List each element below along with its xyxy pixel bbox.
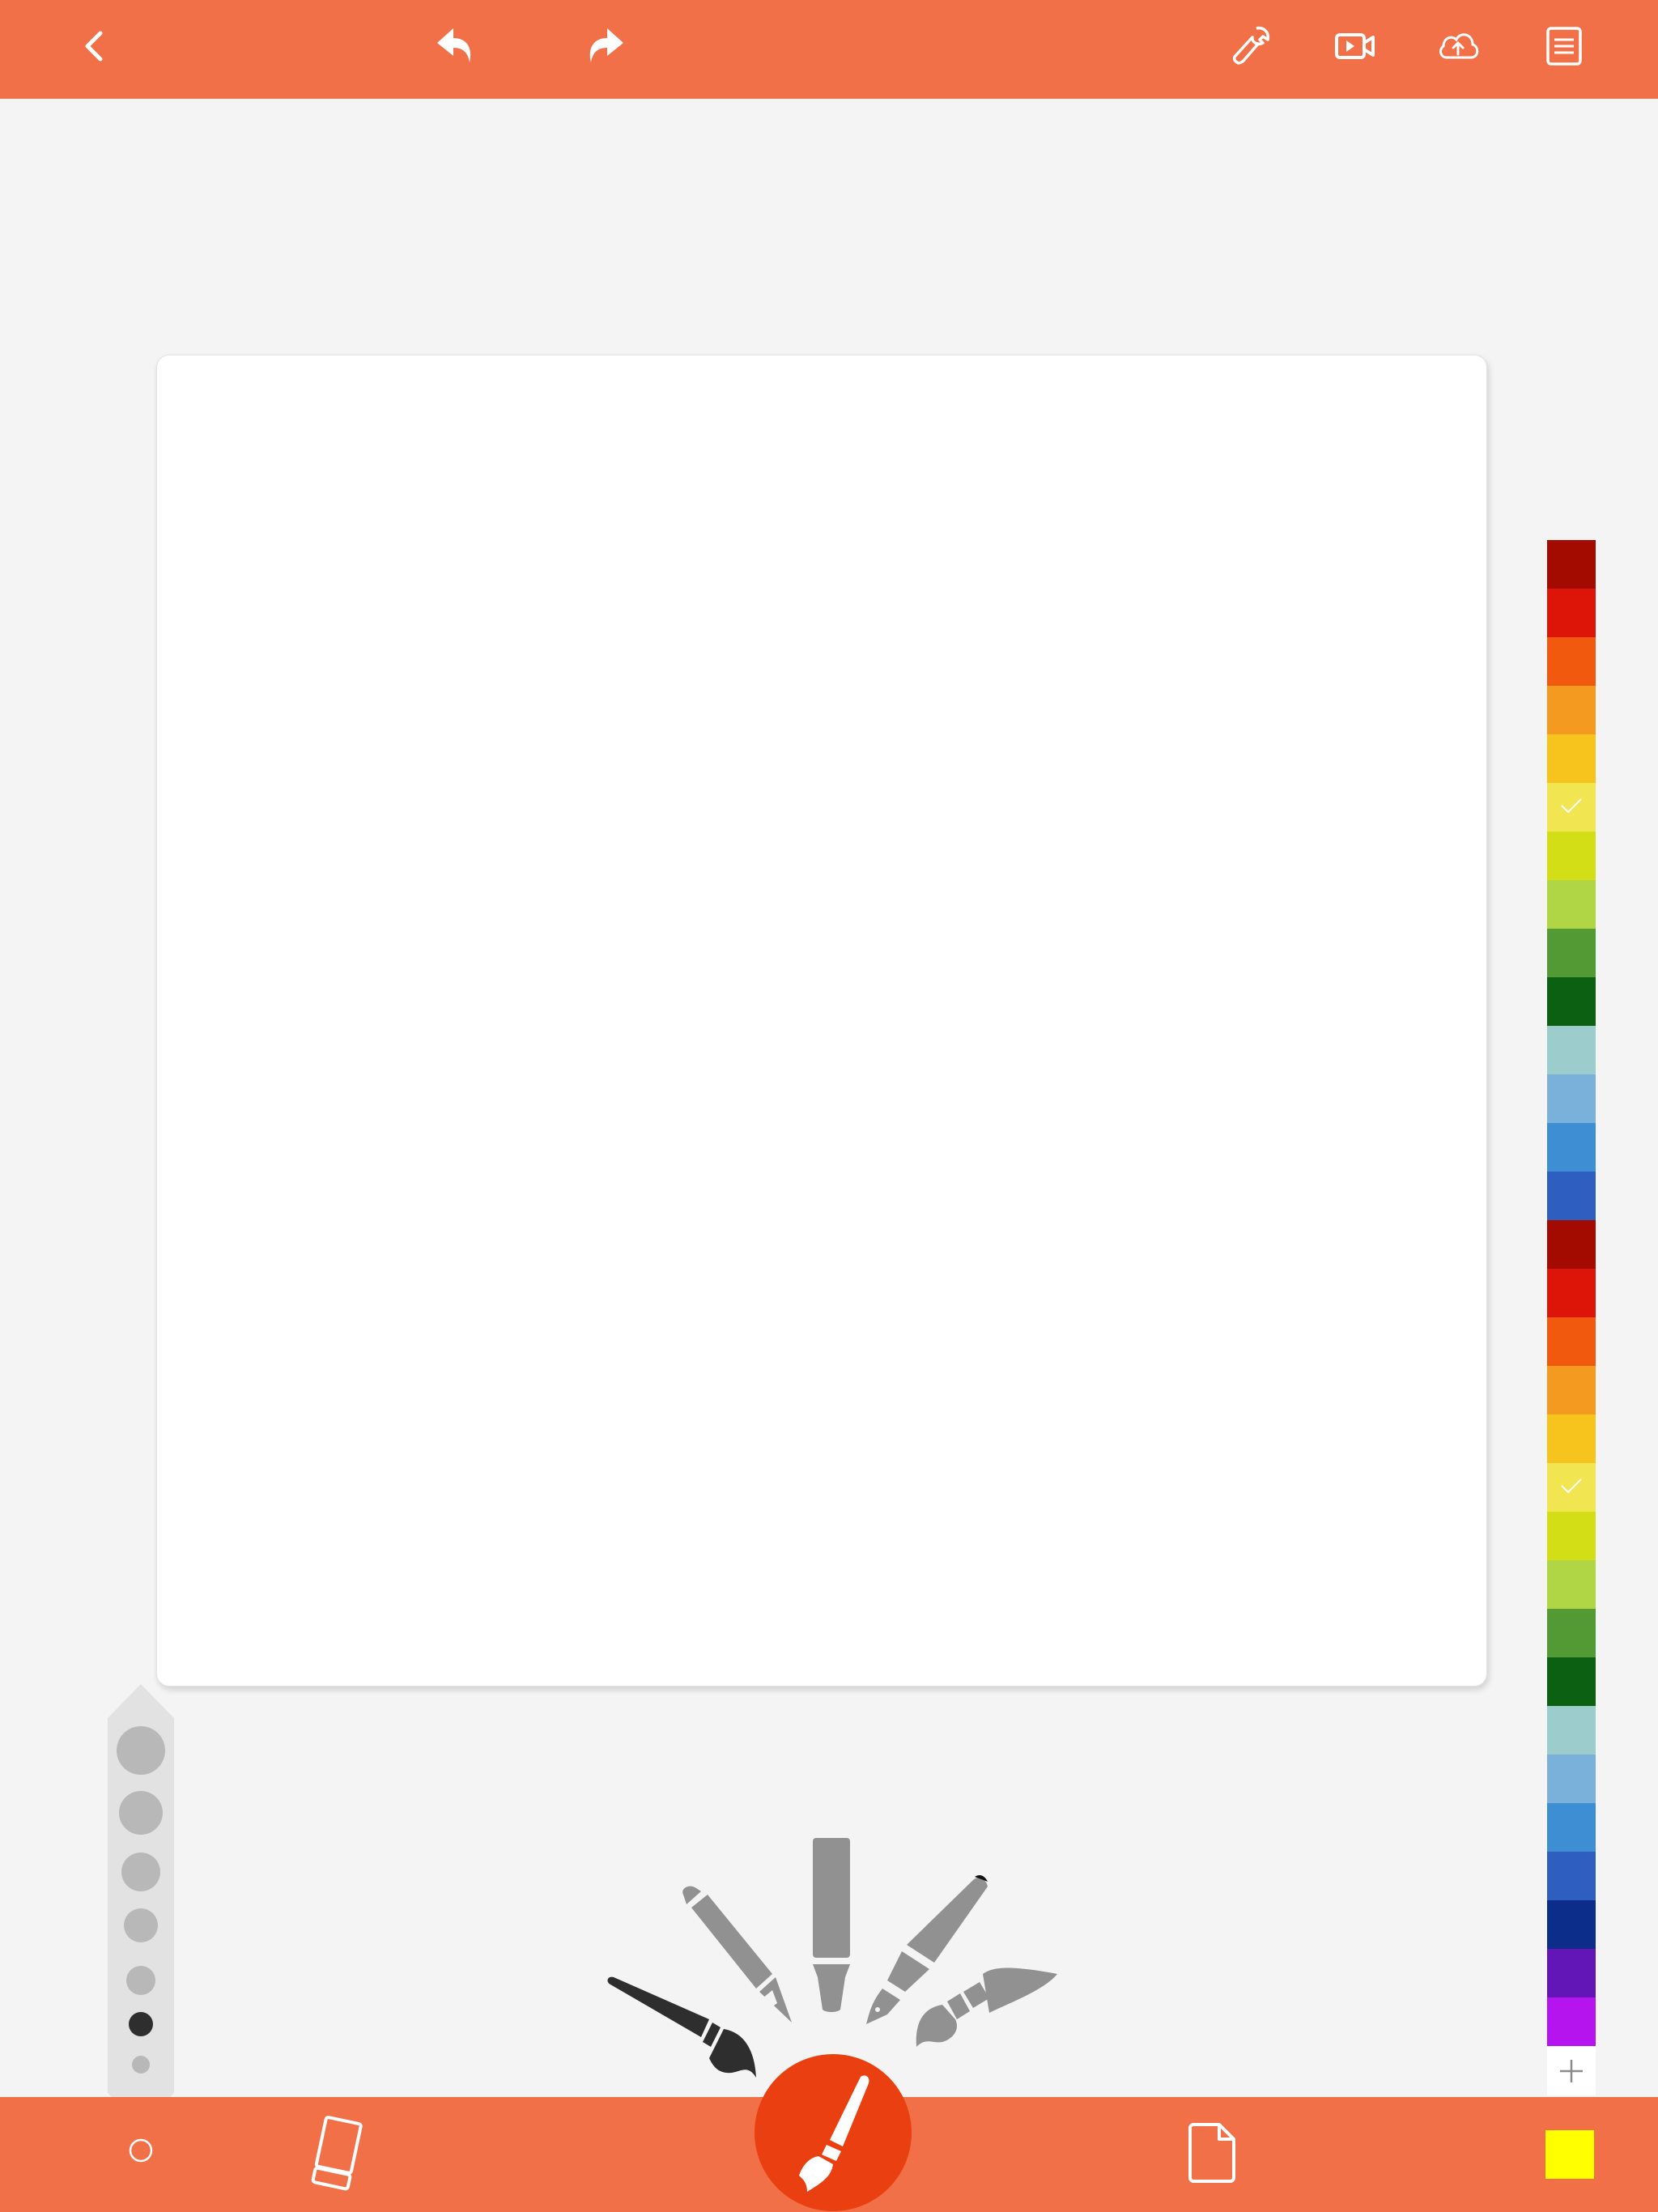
color-swatch[interactable]	[1547, 540, 1596, 589]
color-swatch[interactable]	[1547, 1609, 1596, 1657]
color-palette	[1547, 540, 1596, 2046]
undo-button[interactable]	[426, 17, 484, 75]
record-video-button[interactable]	[1326, 17, 1384, 75]
brush-menu-button[interactable]	[755, 2054, 912, 2211]
plus-icon	[1560, 2060, 1583, 2082]
color-swatch[interactable]	[1547, 1755, 1596, 1803]
add-color-button[interactable]	[1547, 2047, 1596, 2095]
color-swatch[interactable]	[1547, 1366, 1596, 1414]
checkmark-icon	[1561, 798, 1582, 814]
color-swatch[interactable]	[1547, 1074, 1596, 1123]
color-swatch[interactable]	[1547, 1123, 1596, 1172]
eraser-button[interactable]	[301, 2113, 371, 2194]
color-swatch[interactable]	[1547, 1657, 1596, 1706]
color-swatch[interactable]	[1547, 1852, 1596, 1900]
brush-size-option[interactable]	[132, 2056, 150, 2074]
color-swatch[interactable]	[1547, 1269, 1596, 1317]
color-swatch[interactable]	[1547, 1026, 1596, 1074]
cloud-upload-icon	[1439, 33, 1479, 59]
color-swatch[interactable]	[1547, 686, 1596, 734]
eraser-icon	[311, 2116, 363, 2191]
color-swatch[interactable]	[1547, 1900, 1596, 1949]
marker-icon[interactable]	[813, 1838, 850, 2012]
checkmark-icon	[1561, 1478, 1582, 1494]
brush-size-option[interactable]	[124, 1908, 158, 1942]
drawing-canvas[interactable]	[156, 355, 1487, 1687]
color-swatch[interactable]	[1547, 880, 1596, 929]
brush-size-option[interactable]	[129, 2012, 153, 2036]
brush-size-button[interactable]	[121, 2131, 160, 2170]
color-swatch[interactable]	[1547, 637, 1596, 686]
new-page-button[interactable]	[1185, 2121, 1239, 2183]
brush-size-panel	[108, 1684, 174, 2127]
color-swatch[interactable]	[1547, 1706, 1596, 1755]
menu-list-icon	[1546, 27, 1582, 66]
color-swatch[interactable]	[1547, 1463, 1596, 1512]
redo-button[interactable]	[576, 17, 635, 75]
back-icon	[85, 31, 103, 62]
color-swatch[interactable]	[1547, 977, 1596, 1026]
brush-fab-icon	[799, 2075, 869, 2192]
watercolor-brush-icon[interactable]	[916, 1967, 1057, 2048]
top-toolbar	[0, 0, 1658, 99]
color-swatch[interactable]	[1547, 783, 1596, 832]
calligraphy-pen-icon[interactable]	[682, 1886, 792, 2023]
redo-icon	[589, 28, 623, 62]
color-swatch[interactable]	[1547, 929, 1596, 977]
brush-type-selector	[599, 1830, 1069, 2089]
color-swatch[interactable]	[1547, 1172, 1596, 1220]
settings-button[interactable]	[1221, 17, 1279, 75]
color-swatch[interactable]	[1547, 1512, 1596, 1560]
color-swatch[interactable]	[1547, 1414, 1596, 1463]
current-color-swatch[interactable]	[1545, 2130, 1594, 2179]
color-swatch[interactable]	[1547, 1949, 1596, 1997]
video-icon	[1335, 33, 1375, 59]
brush-size-option[interactable]	[117, 1726, 165, 1775]
color-swatch[interactable]	[1547, 1317, 1596, 1366]
size-circle-icon	[129, 2138, 153, 2163]
color-swatch[interactable]	[1547, 589, 1596, 637]
color-swatch[interactable]	[1547, 1997, 1596, 2046]
new-page-icon	[1188, 2123, 1235, 2183]
color-swatch[interactable]	[1547, 734, 1596, 783]
brush-size-option[interactable]	[121, 1853, 160, 1891]
cloud-upload-button[interactable]	[1429, 17, 1487, 75]
color-swatch[interactable]	[1547, 832, 1596, 880]
color-swatch[interactable]	[1547, 1220, 1596, 1269]
brush-size-option[interactable]	[119, 1791, 163, 1835]
color-swatch[interactable]	[1547, 1560, 1596, 1609]
undo-icon	[437, 28, 471, 62]
color-swatch[interactable]	[1547, 1803, 1596, 1852]
back-button[interactable]	[65, 17, 123, 75]
wrench-icon	[1232, 26, 1270, 65]
paintbrush-icon[interactable]	[607, 1976, 756, 2078]
menu-button[interactable]	[1535, 17, 1593, 75]
brush-size-option[interactable]	[126, 1966, 155, 1995]
